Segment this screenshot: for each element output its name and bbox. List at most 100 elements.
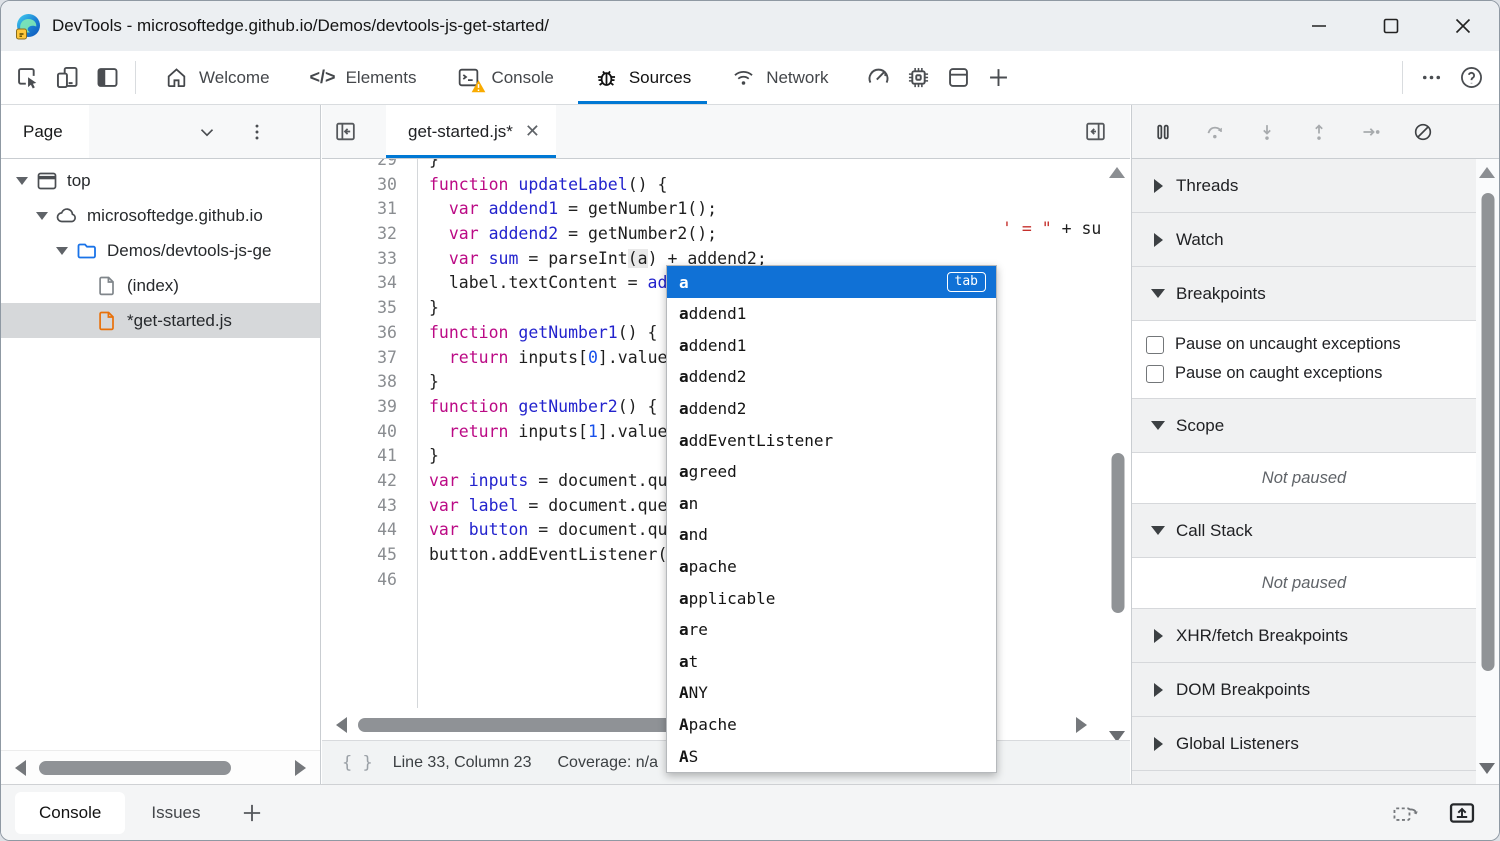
caret-down-icon[interactable] bbox=[11, 177, 33, 185]
autocomplete-item[interactable]: Apache bbox=[667, 709, 996, 741]
line-number[interactable]: 45 bbox=[322, 543, 417, 568]
autocomplete-item[interactable]: AS bbox=[667, 740, 996, 772]
scroll-right-icon[interactable] bbox=[295, 760, 306, 776]
scroll-left-icon[interactable] bbox=[336, 717, 347, 733]
line-number[interactable]: 40 bbox=[322, 420, 417, 445]
tree-item--get-started-js[interactable]: *get-started.js bbox=[1, 303, 320, 338]
scroll-down-icon[interactable] bbox=[1479, 763, 1495, 774]
checkbox[interactable] bbox=[1146, 336, 1164, 354]
focus-page-button[interactable] bbox=[87, 51, 127, 104]
more-options-button[interactable] bbox=[1411, 51, 1451, 104]
editor-tab-get-started[interactable]: get-started.js* ✕ bbox=[386, 105, 556, 158]
kebab-menu-icon[interactable] bbox=[239, 114, 275, 150]
tab-console-drawer[interactable]: Console bbox=[15, 792, 125, 834]
line-number[interactable]: 30 bbox=[322, 173, 417, 198]
debugger-vscrollbar[interactable] bbox=[1476, 159, 1499, 784]
tab-welcome[interactable]: Welcome bbox=[144, 51, 290, 104]
add-tab-icon-button[interactable] bbox=[979, 51, 1019, 104]
checkbox[interactable] bbox=[1146, 365, 1164, 383]
step-into-button[interactable] bbox=[1250, 115, 1284, 149]
section-global-listeners[interactable]: Global Listeners bbox=[1132, 717, 1476, 771]
section-xhr-fetch-breakpoints[interactable]: XHR/fetch Breakpoints bbox=[1132, 609, 1476, 663]
tab-elements[interactable]: </> Elements bbox=[290, 51, 437, 104]
section-watch[interactable]: Watch bbox=[1132, 213, 1476, 267]
line-number[interactable]: 41 bbox=[322, 444, 417, 469]
inspect-element-button[interactable] bbox=[7, 51, 47, 104]
autocomplete-item[interactable]: an bbox=[667, 488, 996, 520]
scroll-thumb[interactable] bbox=[39, 761, 231, 775]
deactivate-breakpoints-button[interactable] bbox=[1406, 115, 1440, 149]
pause-script-button[interactable] bbox=[1146, 115, 1180, 149]
scroll-right-icon[interactable] bbox=[1076, 717, 1087, 733]
hide-debugger-icon[interactable] bbox=[1072, 105, 1118, 158]
line-number[interactable]: 33 bbox=[322, 247, 417, 272]
help-button[interactable] bbox=[1451, 51, 1491, 104]
section-breakpoints[interactable]: Breakpoints bbox=[1132, 267, 1476, 321]
scroll-left-icon[interactable] bbox=[15, 760, 26, 776]
step-button[interactable] bbox=[1354, 115, 1388, 149]
section-threads[interactable]: Threads bbox=[1132, 159, 1476, 213]
restore-dock-icon[interactable] bbox=[1391, 799, 1421, 827]
navigator-hscrollbar[interactable] bbox=[1, 750, 320, 784]
autocomplete-item[interactable]: addend1 bbox=[667, 330, 996, 362]
line-number[interactable]: 44 bbox=[322, 518, 417, 543]
line-number[interactable]: 35 bbox=[322, 296, 417, 321]
expand-panel-icon[interactable] bbox=[1447, 799, 1477, 827]
add-drawer-tab-icon[interactable] bbox=[239, 800, 265, 826]
line-number[interactable]: 42 bbox=[322, 469, 417, 494]
tree-item--index-[interactable]: (index) bbox=[1, 268, 320, 303]
line-number[interactable]: 29 bbox=[322, 159, 417, 173]
autocomplete-item[interactable]: addend2 bbox=[667, 361, 996, 393]
autocomplete-item[interactable]: addend1 bbox=[667, 298, 996, 330]
autocomplete-item[interactable]: atab bbox=[667, 266, 996, 298]
autocomplete-item[interactable]: apache bbox=[667, 551, 996, 583]
step-over-button[interactable] bbox=[1198, 115, 1232, 149]
autocomplete-item[interactable]: ANY bbox=[667, 677, 996, 709]
autocomplete-item[interactable]: at bbox=[667, 646, 996, 678]
scroll-up-icon[interactable] bbox=[1109, 167, 1125, 178]
application-icon-button[interactable] bbox=[939, 51, 979, 104]
performance-icon-button[interactable] bbox=[859, 51, 899, 104]
line-number[interactable]: 31 bbox=[322, 197, 417, 222]
hide-navigator-icon[interactable] bbox=[322, 105, 368, 158]
line-number[interactable]: 37 bbox=[322, 346, 417, 371]
line-number[interactable]: 32 bbox=[322, 222, 417, 247]
maximize-button[interactable] bbox=[1355, 1, 1427, 51]
autocomplete-item[interactable]: applicable bbox=[667, 582, 996, 614]
autocomplete-item[interactable]: agreed bbox=[667, 456, 996, 488]
section-call-stack[interactable]: Call Stack bbox=[1132, 504, 1476, 558]
tree-item-demos-devtools-js-ge[interactable]: Demos/devtools-js-ge bbox=[1, 233, 320, 268]
close-button[interactable] bbox=[1427, 1, 1499, 51]
close-tab-icon[interactable]: ✕ bbox=[525, 121, 540, 142]
line-number[interactable]: 46 bbox=[322, 568, 417, 593]
pretty-print-icon[interactable]: { } bbox=[336, 752, 379, 774]
scroll-up-icon[interactable] bbox=[1479, 167, 1495, 178]
line-number[interactable]: 34 bbox=[322, 271, 417, 296]
line-number[interactable]: 39 bbox=[322, 395, 417, 420]
step-out-button[interactable] bbox=[1302, 115, 1336, 149]
line-number[interactable]: 38 bbox=[322, 370, 417, 395]
autocomplete-item[interactable]: and bbox=[667, 519, 996, 551]
tree-item-microsoftedge-github-io[interactable]: microsoftedge.github.io bbox=[1, 198, 320, 233]
caret-down-icon[interactable] bbox=[51, 247, 73, 255]
tab-network[interactable]: Network bbox=[711, 51, 848, 104]
tab-sources[interactable]: Sources bbox=[574, 51, 711, 104]
tab-console[interactable]: Console bbox=[436, 51, 573, 104]
device-emulation-button[interactable] bbox=[47, 51, 87, 104]
section-scope[interactable]: Scope bbox=[1132, 399, 1476, 453]
line-number[interactable]: 43 bbox=[322, 494, 417, 519]
scroll-thumb[interactable] bbox=[1111, 453, 1124, 613]
editor-vscrollbar[interactable] bbox=[1105, 159, 1130, 708]
tab-page[interactable]: Page bbox=[1, 105, 89, 158]
memory-icon-button[interactable] bbox=[899, 51, 939, 104]
scroll-thumb[interactable] bbox=[358, 718, 704, 732]
tree-item-top[interactable]: top bbox=[1, 163, 320, 198]
autocomplete-item[interactable]: are bbox=[667, 614, 996, 646]
autocomplete-item[interactable]: addend2 bbox=[667, 393, 996, 425]
minimize-button[interactable] bbox=[1283, 1, 1355, 51]
section-dom-breakpoints[interactable]: DOM Breakpoints bbox=[1132, 663, 1476, 717]
line-number[interactable]: 36 bbox=[322, 321, 417, 346]
chevron-down-icon[interactable] bbox=[189, 114, 225, 150]
autocomplete-item[interactable]: addEventListener bbox=[667, 424, 996, 456]
caret-down-icon[interactable] bbox=[31, 212, 53, 220]
